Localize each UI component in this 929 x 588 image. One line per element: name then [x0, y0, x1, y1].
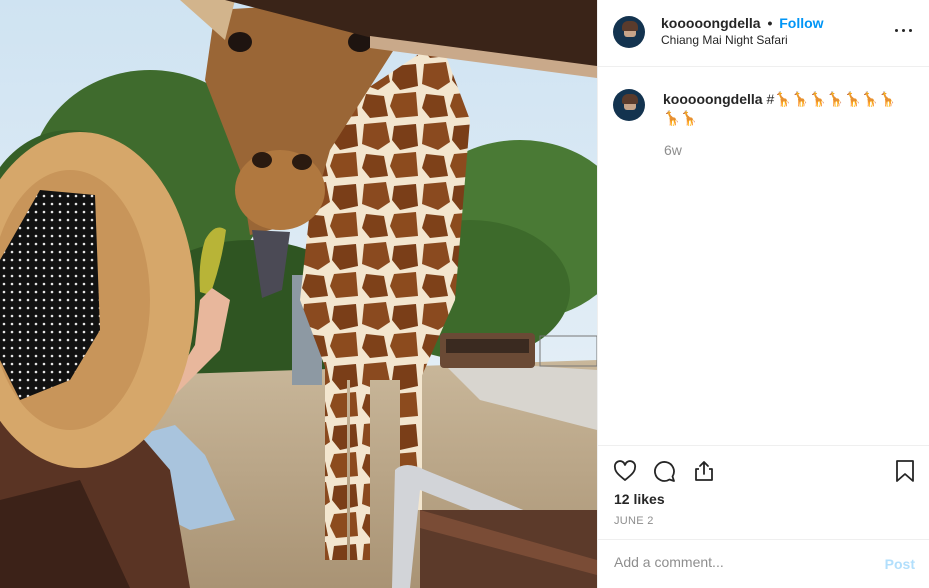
- giraffe-photo: [0, 0, 597, 588]
- add-comment-bar: Post: [598, 539, 929, 588]
- share-icon[interactable]: [692, 459, 716, 483]
- post-button[interactable]: Post: [885, 556, 915, 572]
- instagram-post: kooooongdella • Follow Chiang Mai Night …: [0, 0, 929, 588]
- post-side-panel: kooooongdella • Follow Chiang Mai Night …: [597, 0, 929, 588]
- caption-avatar[interactable]: [613, 89, 645, 121]
- heart-icon[interactable]: [613, 459, 637, 483]
- action-bar: 12 likes JUNE 2: [598, 445, 929, 539]
- post-date[interactable]: JUNE 2: [614, 515, 654, 527]
- likes-count[interactable]: 12 likes: [614, 491, 665, 507]
- avatar[interactable]: [613, 16, 645, 48]
- post-header: kooooongdella • Follow Chiang Mai Night …: [598, 0, 929, 67]
- header-user-line: kooooongdella • Follow: [661, 15, 824, 31]
- caption-timestamp[interactable]: 6w: [664, 142, 682, 158]
- separator-dot: •: [767, 15, 773, 31]
- caption-text: kooooongdella #🦒🦒🦒🦒🦒🦒🦒🦒🦒: [663, 90, 913, 128]
- caption-username[interactable]: kooooongdella: [663, 91, 763, 107]
- bookmark-icon[interactable]: [894, 459, 916, 483]
- follow-button[interactable]: Follow: [779, 15, 823, 31]
- comment-icon[interactable]: [652, 459, 676, 483]
- location-link[interactable]: Chiang Mai Night Safari: [661, 33, 788, 47]
- more-options-icon[interactable]: [895, 22, 915, 38]
- post-photo[interactable]: [0, 0, 597, 588]
- comment-input[interactable]: [614, 554, 864, 570]
- header-username[interactable]: kooooongdella: [661, 15, 761, 31]
